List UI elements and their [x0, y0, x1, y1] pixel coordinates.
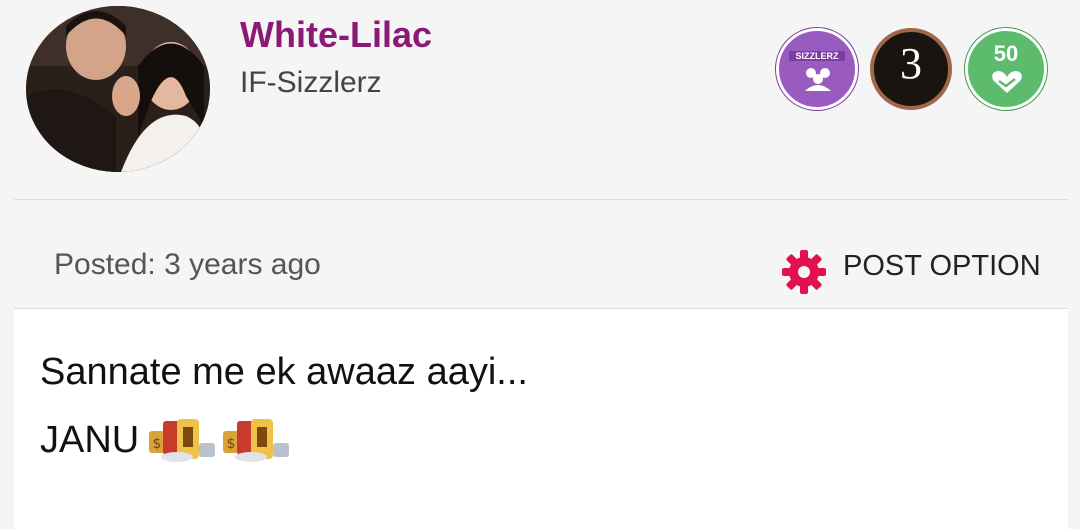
post-header: White-Lilac IF-Sizzlerz SIZZLERZ 3 50 — [0, 0, 1080, 200]
badge-label: SIZZLERZ — [789, 51, 845, 61]
sizzlerz-badge-icon[interactable]: SIZZLERZ — [776, 28, 858, 110]
fifty-badge-icon[interactable]: 50 — [965, 28, 1047, 110]
username[interactable]: White-Lilac — [240, 14, 432, 56]
posted-time: Posted: 3 years ago — [54, 248, 321, 281]
post-text: JANU — [40, 418, 140, 461]
post-content: Sannate me ek awaaz aayi... JANU $ $ — [14, 309, 1068, 529]
svg-text:$: $ — [153, 436, 162, 452]
svg-text:$: $ — [227, 436, 236, 452]
user-group: IF-Sizzlerz — [240, 66, 382, 99]
post-meta-row: Posted: 3 years ago POST OPTION — [0, 200, 1080, 308]
money-emoji-icon: $ — [223, 419, 290, 462]
avatar[interactable] — [26, 6, 210, 172]
badge-number: 3 — [900, 39, 922, 88]
anniversary-badge-icon[interactable]: 3 — [870, 28, 952, 110]
money-emoji-icon: $ — [149, 419, 216, 462]
post-option-button[interactable]: POST OPTION — [843, 250, 1041, 283]
post-text-line: Sannate me ek awaaz aayi... — [40, 351, 528, 393]
post-text-line: JANU $ $ — [40, 417, 295, 463]
badge-number: 50 — [993, 41, 1019, 66]
gear-icon[interactable] — [780, 248, 828, 296]
